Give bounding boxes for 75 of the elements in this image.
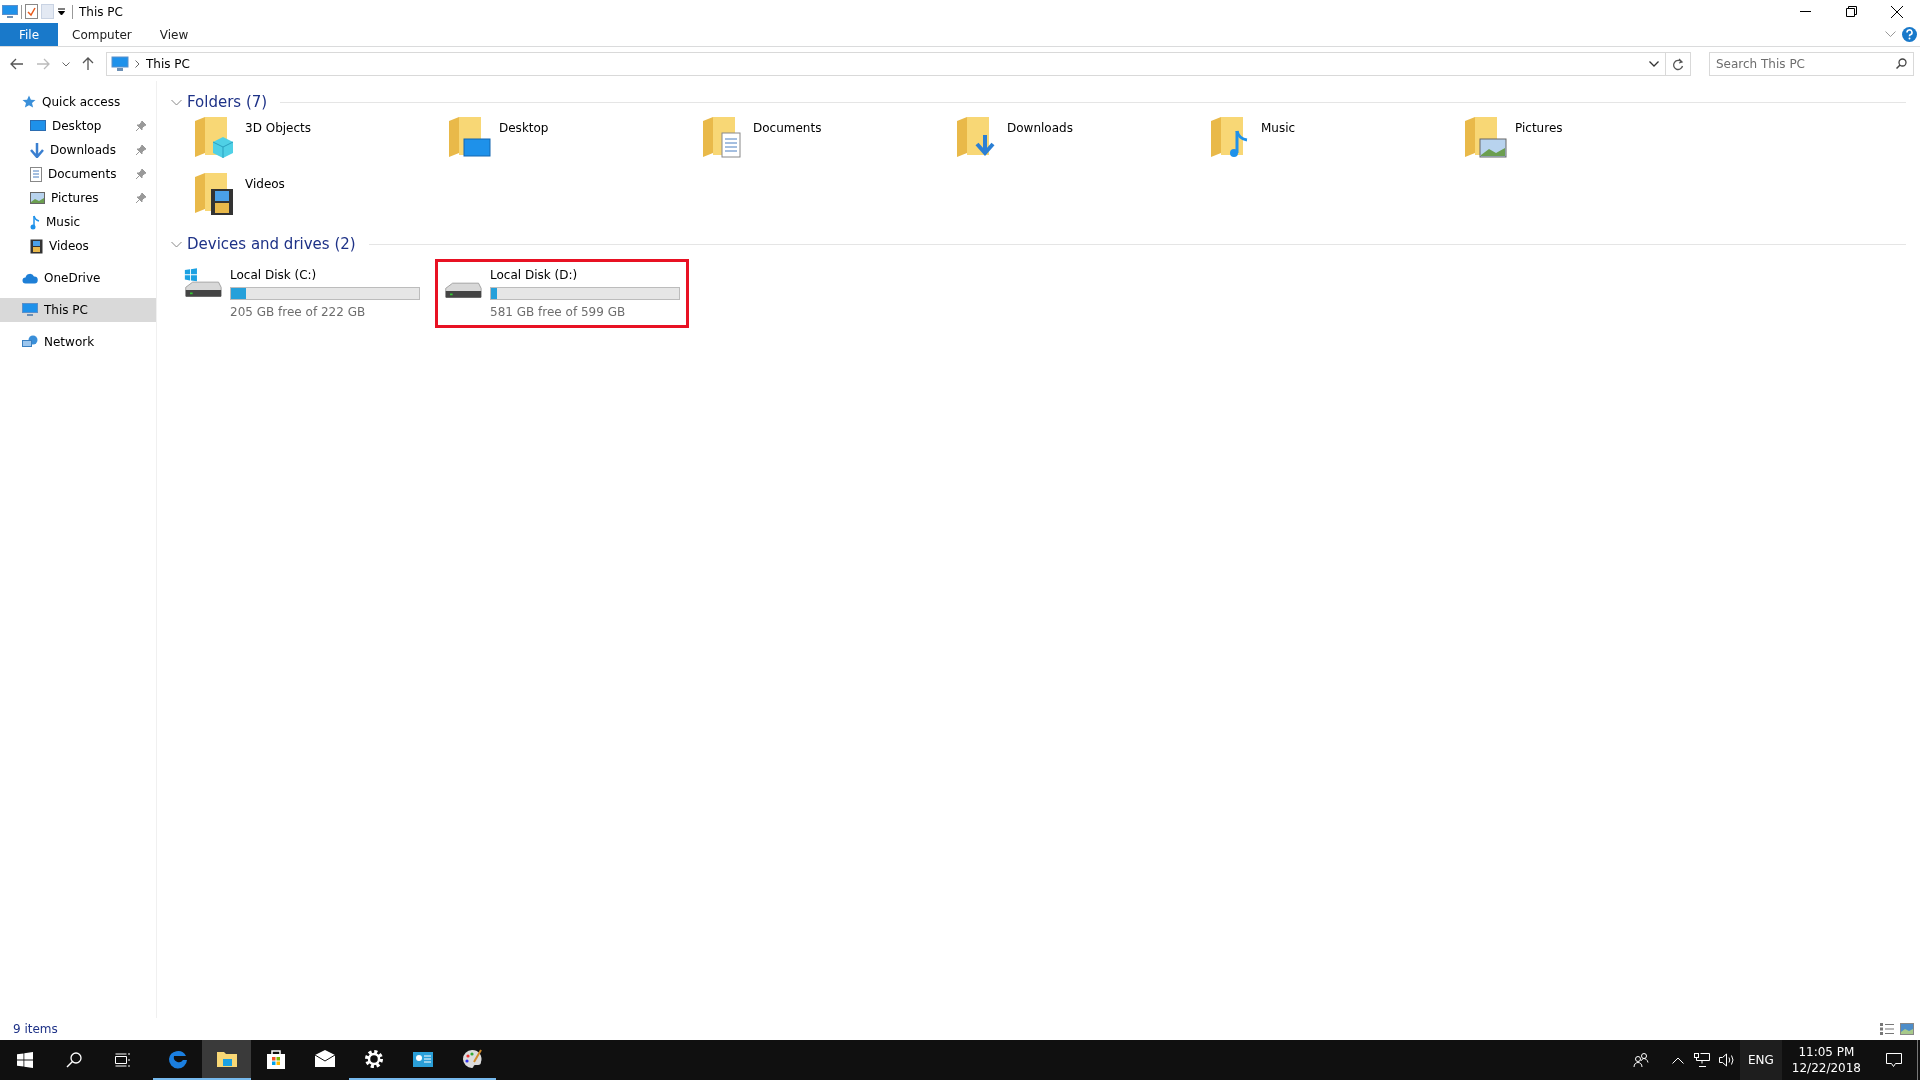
folder-item[interactable]: Music [1203, 113, 1457, 169]
chevron-down-icon[interactable] [1885, 31, 1896, 38]
star-icon [22, 95, 36, 109]
people-icon [1633, 1052, 1650, 1068]
clock[interactable]: 11:05 PM 12/22/2018 [1781, 1040, 1871, 1080]
up-arrow-icon [82, 57, 94, 71]
minimize-icon [1799, 11, 1811, 12]
forward-arrow-icon [36, 58, 50, 70]
folder-item[interactable]: Documents [695, 113, 949, 169]
monitor-icon [30, 120, 46, 132]
picture-icon [30, 192, 45, 204]
pin-icon[interactable] [136, 121, 146, 131]
close-icon [1891, 5, 1903, 18]
properties-icon[interactable] [25, 4, 38, 19]
folder-icon [1463, 115, 1507, 161]
customize-toolbar-icon[interactable] [57, 7, 66, 16]
task-view-icon [114, 1052, 131, 1068]
cloud-icon [22, 272, 38, 284]
drive-item[interactable]: Local Disk (D:) 581 GB free of 599 GB [435, 259, 689, 328]
sidebar-item[interactable]: Documents [0, 162, 156, 186]
speaker-icon [1718, 1053, 1735, 1067]
search-icon [1896, 58, 1907, 69]
film-strip-icon [30, 238, 43, 254]
sidebar-item[interactable]: OneDrive [0, 266, 156, 290]
back-arrow-icon [10, 58, 24, 70]
ribbon-tab[interactable]: Computer [58, 23, 146, 46]
address-path: This PC [146, 56, 190, 73]
restore-icon [1845, 6, 1857, 17]
network-icon [1693, 1053, 1710, 1067]
computer-icon [22, 303, 38, 317]
chevron-right-icon [135, 60, 140, 68]
folder-item[interactable]: Videos [187, 169, 441, 225]
input-language-indicator[interactable]: ENG [1739, 1040, 1782, 1080]
dropdown-caret-icon[interactable] [1649, 61, 1659, 67]
sidebar-item[interactable]: Desktop [0, 114, 156, 138]
ribbon-tab[interactable]: View [145, 23, 203, 46]
sidebar-item[interactable]: Downloads [0, 138, 156, 162]
network-icon [22, 335, 38, 349]
computer-icon [111, 56, 129, 72]
document-icon [30, 166, 42, 182]
window-title: This PC [79, 3, 123, 21]
pin-icon[interactable] [136, 169, 146, 179]
folder-item[interactable]: Desktop [441, 113, 695, 169]
sidebar-item[interactable]: Music [0, 210, 156, 234]
details-view-icon[interactable] [1880, 1023, 1894, 1035]
sidebar-item[interactable]: Videos [0, 234, 156, 258]
help-icon[interactable] [1902, 27, 1917, 42]
search-icon [65, 1052, 82, 1068]
sidebar-item[interactable]: Quick access [0, 90, 156, 114]
item-count: 9 items [13, 1021, 58, 1038]
system-drive-icon [184, 266, 222, 300]
pin-icon[interactable] [136, 193, 146, 203]
music-note-icon [30, 214, 40, 230]
sidebar-item[interactable]: Pictures [0, 186, 156, 210]
sidebar-item[interactable]: This PC [0, 298, 156, 322]
search-field[interactable]: Search This PC [1709, 52, 1914, 76]
folder-item[interactable]: Pictures [1457, 113, 1711, 169]
chevron-down-icon [62, 61, 70, 67]
folder-item[interactable]: 3D Objects [187, 113, 441, 169]
group-header[interactable]: Devices and drives (2) [165, 233, 1912, 255]
file-tab[interactable]: File [0, 23, 59, 46]
computer-icon [2, 4, 18, 19]
drive-item[interactable]: Local Disk (C:) 205 GB free of 222 GB [175, 259, 429, 328]
hard-drive-icon [444, 281, 482, 300]
down-arrow-icon [30, 142, 44, 158]
refresh-icon[interactable] [1672, 57, 1684, 71]
chevron-up-icon [1671, 1056, 1684, 1064]
address-field[interactable]: This PC [106, 52, 1691, 76]
sidebar-item[interactable]: Network [0, 330, 156, 354]
group-header[interactable]: Folders (7) [165, 91, 1912, 113]
taskbar-app-button[interactable] [202, 1040, 251, 1080]
windows-logo-icon [16, 1052, 33, 1068]
pin-icon[interactable] [136, 145, 146, 155]
folder-item[interactable]: Downloads [949, 113, 1203, 169]
speech-bubble-icon [1886, 1052, 1902, 1068]
